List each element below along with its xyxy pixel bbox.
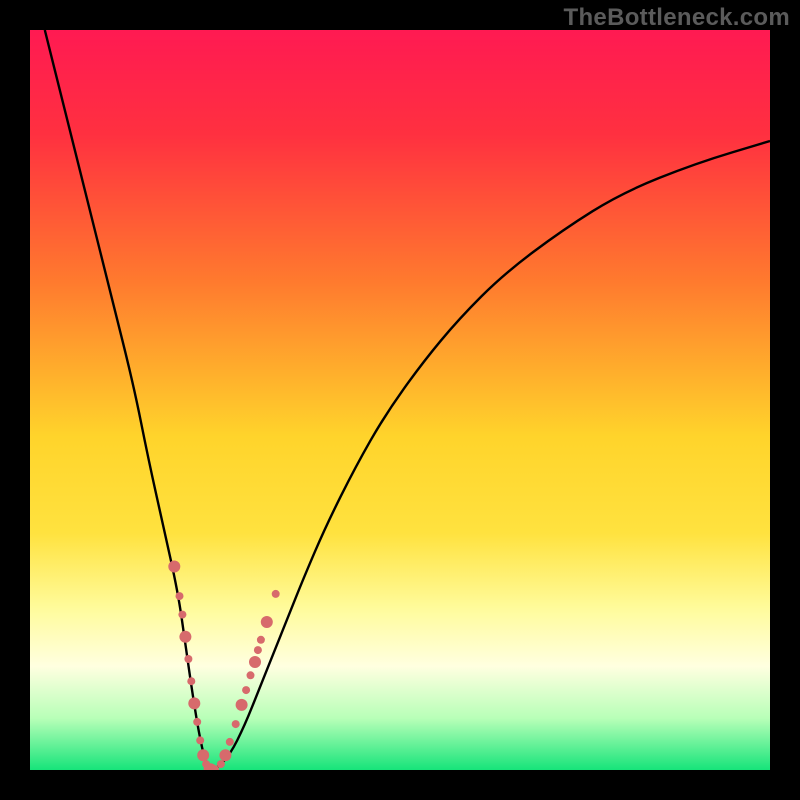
marker-dot: [217, 760, 225, 768]
plot-area: [30, 30, 770, 770]
marker-dot: [236, 699, 248, 711]
marker-dot: [261, 616, 273, 628]
watermark-text: TheBottleneck.com: [564, 4, 790, 32]
chart-frame: TheBottleneck.com: [0, 0, 800, 800]
marker-dot: [193, 718, 201, 726]
marker-dot: [249, 656, 261, 668]
marker-dot: [257, 636, 265, 644]
marker-dot: [272, 590, 280, 598]
marker-dot: [242, 686, 250, 694]
marker-dot: [179, 631, 191, 643]
marker-dot: [196, 736, 204, 744]
marker-dot: [187, 677, 195, 685]
marker-dot: [254, 646, 262, 654]
marker-dot: [232, 720, 240, 728]
marker-dot: [184, 655, 192, 663]
marker-dot: [247, 671, 255, 679]
marker-dot: [168, 561, 180, 573]
marker-dot: [219, 749, 231, 761]
bottleneck-curve: [45, 30, 770, 770]
curve-layer: [30, 30, 770, 770]
marker-dot: [188, 697, 200, 709]
highlighted-points: [168, 561, 279, 771]
marker-dot: [176, 592, 184, 600]
marker-dot: [197, 749, 209, 761]
marker-dot: [178, 611, 186, 619]
marker-dot: [226, 738, 234, 746]
